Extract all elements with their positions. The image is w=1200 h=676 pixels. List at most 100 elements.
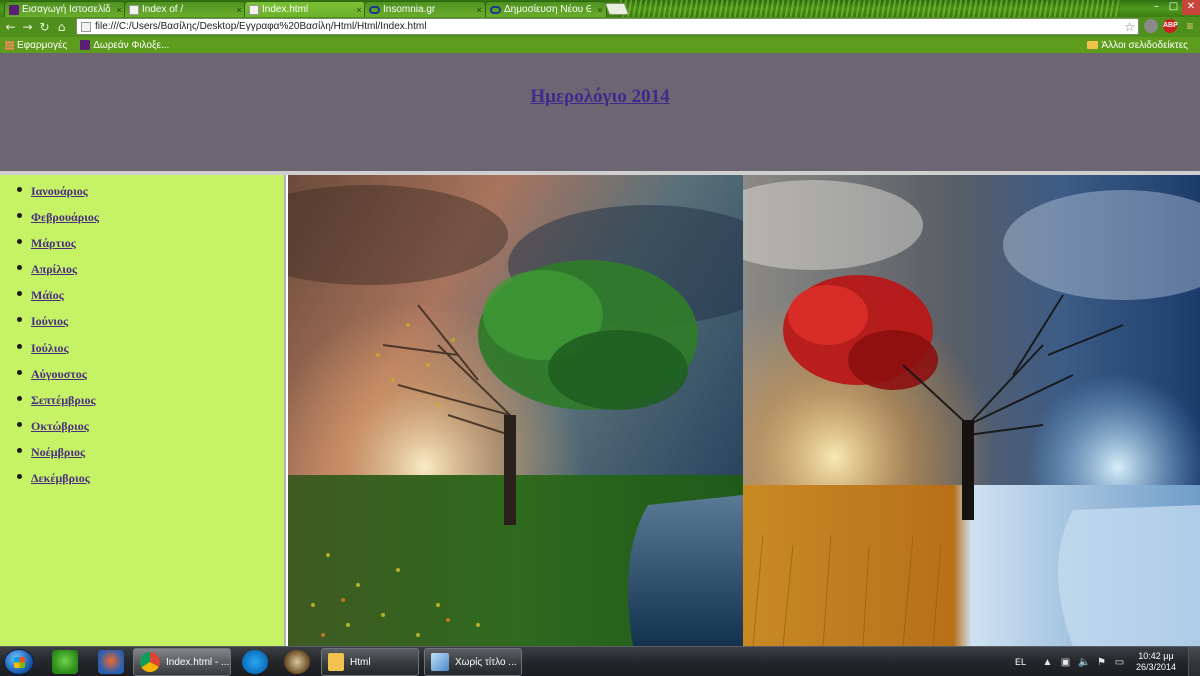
utorrent-icon[interactable] <box>52 650 78 674</box>
list-item: Ιανουάριος <box>0 180 284 206</box>
tab-index-html[interactable]: Index.html × <box>244 1 366 17</box>
notepad-icon <box>431 653 449 671</box>
list-item: Φεβρουάριος <box>0 206 284 232</box>
list-item: Νοέμβριος <box>0 441 284 467</box>
window-controls: – □ ✕ <box>1148 0 1200 15</box>
list-item: Μάρτιος <box>0 232 284 258</box>
month-link-november[interactable]: Νοέμβριος <box>31 445 85 459</box>
bookmark-free-hosting-label: Δωρεάν Φιλοξε... <box>93 39 170 51</box>
bookmark-apps[interactable]: Εφαρμογές <box>5 40 67 51</box>
list-item: Ιούνιος <box>0 310 284 336</box>
list-item: Αύγουστος <box>0 363 284 389</box>
clock[interactable]: 10:42 μμ 26/3/2014 <box>1136 651 1176 673</box>
extension-icon[interactable] <box>1144 19 1158 33</box>
skype-icon[interactable] <box>242 650 268 674</box>
tab-index-of[interactable]: Index of / × <box>124 1 246 17</box>
month-link-august[interactable]: Αύγουστος <box>31 367 87 381</box>
windows-taskbar: Index.html - ... Html Χωρίς τίτλο ... EL… <box>0 646 1200 676</box>
glasses-icon <box>369 5 380 14</box>
clock-date: 26/3/2014 <box>1135 662 1176 672</box>
tab-title: Εισαγωγή Ιστοσελίδ <box>22 4 110 15</box>
home-icon[interactable]: ⌂ <box>53 18 70 36</box>
tab-title: Index of / <box>142 4 184 15</box>
start-button[interactable] <box>4 649 34 675</box>
taskbar-item-chrome[interactable]: Index.html - ... <box>133 648 231 676</box>
month-link-july[interactable]: Ιούλιος <box>31 341 69 355</box>
monitor-icon[interactable]: ▭ <box>1114 657 1125 668</box>
tab-title: Insomnia.gr <box>383 4 436 15</box>
minimize-button[interactable]: – <box>1148 0 1165 15</box>
language-indicator[interactable]: EL <box>1015 657 1026 667</box>
tab-close-icon[interactable]: × <box>594 5 606 15</box>
list-item: Οκτώβριος <box>0 415 284 441</box>
page-viewport: Ημερολόγιο 2014 Ιανουάριος Φεβρουάριος Μ… <box>0 53 1200 646</box>
seasons-image-autumn-winter <box>743 175 1200 646</box>
taskbar-item-notepad[interactable]: Χωρίς τίτλο ... <box>424 648 522 676</box>
taskbar-item-label: Html <box>350 656 371 668</box>
maximize-button[interactable]: □ <box>1165 0 1182 15</box>
bookmark-apps-label: Εφαρμογές <box>17 39 68 51</box>
folder-icon <box>328 653 344 671</box>
browser-tab-strip: Εισαγωγή Ιστοσελίδ × Index of / × Index.… <box>0 0 1200 17</box>
media-app-icon[interactable] <box>284 650 310 674</box>
chrome-icon <box>140 652 160 672</box>
page-title-link[interactable]: Ημερολόγιο 2014 <box>530 86 669 108</box>
bookmark-star-icon[interactable]: ☆ <box>1124 20 1138 34</box>
list-item: Ιούλιος <box>0 337 284 363</box>
list-item: Μάϊος <box>0 284 284 310</box>
close-window-button[interactable]: ✕ <box>1182 0 1200 15</box>
volume-icon[interactable]: 🔈 <box>1078 657 1090 668</box>
month-link-march[interactable]: Μάρτιος <box>31 236 76 250</box>
site-logo-icon <box>80 40 91 50</box>
list-item: Σεπτέμβριος <box>0 389 284 415</box>
antivirus-icon[interactable] <box>98 650 124 674</box>
page-icon <box>81 21 91 32</box>
tab-close-icon[interactable]: × <box>473 5 485 15</box>
show-desktop-button[interactable] <box>1188 647 1200 676</box>
show-hidden-icons-icon[interactable]: ▲ <box>1042 657 1053 668</box>
month-link-december[interactable]: Δεκέμβριος <box>31 471 90 485</box>
site-logo-icon <box>9 4 19 15</box>
month-link-may[interactable]: Μάϊος <box>31 288 64 302</box>
clock-time: 10:42 μμ <box>1138 651 1174 661</box>
tab-insomnia[interactable]: Insomnia.gr × <box>364 1 486 17</box>
month-link-september[interactable]: Σεπτέμβριος <box>31 393 96 407</box>
tab-dimosieusi[interactable]: Δημοσίευση Νέου Θ × <box>485 1 607 17</box>
page-icon <box>129 4 139 15</box>
network-icon[interactable]: ▣ <box>1060 657 1071 668</box>
month-link-october[interactable]: Οκτώβριος <box>31 419 89 433</box>
bookmark-other[interactable]: Άλλοι σελιδοδείκτες <box>1087 40 1188 51</box>
glasses-icon <box>490 5 501 14</box>
month-link-june[interactable]: Ιούνιος <box>31 314 68 328</box>
month-link-february[interactable]: Φεβρουάριος <box>31 210 99 224</box>
month-link-january[interactable]: Ιανουάριος <box>31 184 88 198</box>
folder-icon <box>1087 41 1099 49</box>
back-arrow-icon[interactable]: ← <box>2 18 19 36</box>
adblock-icon[interactable]: ABP <box>1163 19 1178 33</box>
new-tab-button[interactable] <box>604 3 630 15</box>
list-item: Απρίλιος <box>0 258 284 284</box>
months-list: Ιανουάριος Φεβρουάριος Μάρτιος Απρίλιος … <box>0 175 284 493</box>
forward-arrow-icon[interactable]: → <box>19 18 36 36</box>
months-sidebar: Ιανουάριος Φεβρουάριος Μάρτιος Απρίλιος … <box>0 175 286 646</box>
taskbar-item-label: Χωρίς τίτλο ... <box>455 656 517 668</box>
reload-icon[interactable]: ↻ <box>36 18 53 36</box>
bookmark-other-label: Άλλοι σελιδοδείκτες <box>1101 39 1188 51</box>
apps-grid-icon <box>5 40 14 50</box>
system-tray: EL ▲ ▣ 🔈 ⚑ ▭ 10:42 μμ 26/3/2014 <box>1015 647 1200 676</box>
address-bar[interactable]: file:///C:/Users/Βασίλης/Desktop/Εγγραφα… <box>76 18 1139 35</box>
menu-icon[interactable]: ≡ <box>1183 19 1197 33</box>
bookmark-free-hosting[interactable]: Δωρεάν Φιλοξε... <box>80 40 169 51</box>
seasons-image-spring-summer <box>288 175 743 646</box>
list-item: Δεκέμβριος <box>0 467 284 493</box>
page-icon <box>249 4 259 15</box>
flag-icon[interactable]: ⚑ <box>1096 657 1107 668</box>
tab-eisagogi[interactable]: Εισαγωγή Ιστοσελίδ × <box>4 1 126 17</box>
tab-title: Index.html <box>262 4 309 15</box>
taskbar-item-html-folder[interactable]: Html <box>321 648 419 676</box>
page-header: Ημερολόγιο 2014 <box>0 53 1200 171</box>
bookmarks-bar: Εφαρμογές Δωρεάν Φιλοξε... Άλλοι σελιδοδ… <box>0 37 1200 53</box>
address-url[interactable]: file:///C:/Users/Βασίλης/Desktop/Εγγραφα… <box>95 21 1120 32</box>
month-link-april[interactable]: Απρίλιος <box>31 262 77 276</box>
taskbar-item-label: Index.html - ... <box>166 656 230 668</box>
